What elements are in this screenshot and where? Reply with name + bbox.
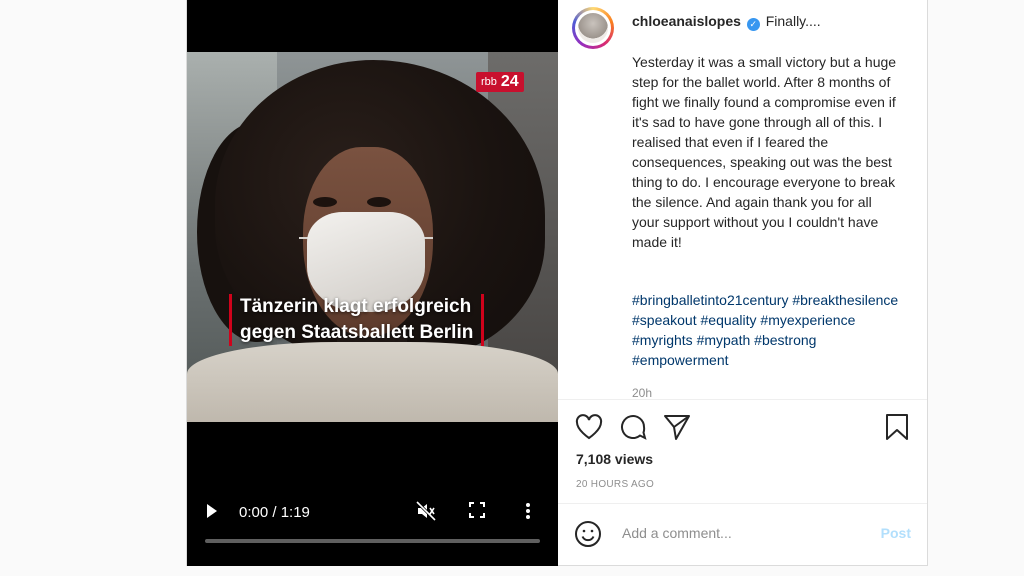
avatar-ring-inner xyxy=(575,10,611,46)
video-progress-bar[interactable] xyxy=(205,539,540,543)
channel-logo-small: rbb xyxy=(481,76,497,88)
fullscreen-icon[interactable] xyxy=(469,502,485,518)
post-relative-time: 20h xyxy=(632,386,653,398)
avatar[interactable] xyxy=(572,7,614,49)
avatar-image xyxy=(578,13,608,43)
muted-speaker-icon[interactable] xyxy=(415,500,437,522)
more-vertical-icon[interactable] xyxy=(525,502,531,520)
heart-icon[interactable] xyxy=(574,412,604,442)
video-caption-line: Tänzerin klagt erfolgreich xyxy=(240,296,472,317)
post-actions: 7,108 views 20 HOURS AGO xyxy=(558,400,927,500)
comment-bar: Post xyxy=(558,504,927,566)
instagram-post-card: rbb 24 Tänzerin klagt erfolgreich gegen … xyxy=(186,0,928,566)
video-player[interactable]: rbb 24 Tänzerin klagt erfolgreich gegen … xyxy=(187,0,558,566)
send-icon[interactable] xyxy=(662,412,692,442)
play-icon[interactable] xyxy=(207,504,217,518)
verified-badge-icon: ✓ xyxy=(746,18,760,31)
video-caption: Tänzerin klagt erfolgreich gegen Staatsb… xyxy=(229,294,485,346)
channel-logo: rbb 24 xyxy=(476,72,524,92)
bookmark-icon[interactable] xyxy=(882,412,912,442)
post-body-scroll[interactable]: chloeanaislopes ✓ Finally.... Yesterday … xyxy=(558,0,927,398)
post-comment-button[interactable]: Post xyxy=(881,525,911,541)
post-hashtags[interactable]: #bringballetinto21century #breakthesilen… xyxy=(632,290,912,370)
sweater-shape xyxy=(187,342,558,422)
video-caption-line: gegen Staatsballett Berlin xyxy=(240,322,474,343)
username-link[interactable]: chloeanaislopes xyxy=(632,13,741,29)
comment-bubble-icon[interactable] xyxy=(618,412,648,442)
post-caption: Yesterday it was a small victory but a h… xyxy=(632,54,897,250)
view-count[interactable]: 7,108 views xyxy=(576,451,653,467)
post-details: chloeanaislopes ✓ Finally.... Yesterday … xyxy=(558,0,927,566)
eye-shape xyxy=(367,197,391,207)
video-time: 0:00 / 1:19 xyxy=(239,504,310,521)
emoji-icon[interactable] xyxy=(574,520,602,548)
video-controls: 0:00 / 1:19 xyxy=(187,492,558,552)
post-timestamp[interactable]: 20 HOURS AGO xyxy=(576,479,654,490)
comment-input[interactable] xyxy=(620,524,864,542)
post-title: Finally.... xyxy=(765,13,821,29)
post-header: chloeanaislopes ✓ Finally.... xyxy=(632,13,821,31)
channel-logo-big: 24 xyxy=(500,73,519,90)
video-frame[interactable]: rbb 24 Tänzerin klagt erfolgreich gegen … xyxy=(187,52,558,422)
eye-shape xyxy=(313,197,337,207)
